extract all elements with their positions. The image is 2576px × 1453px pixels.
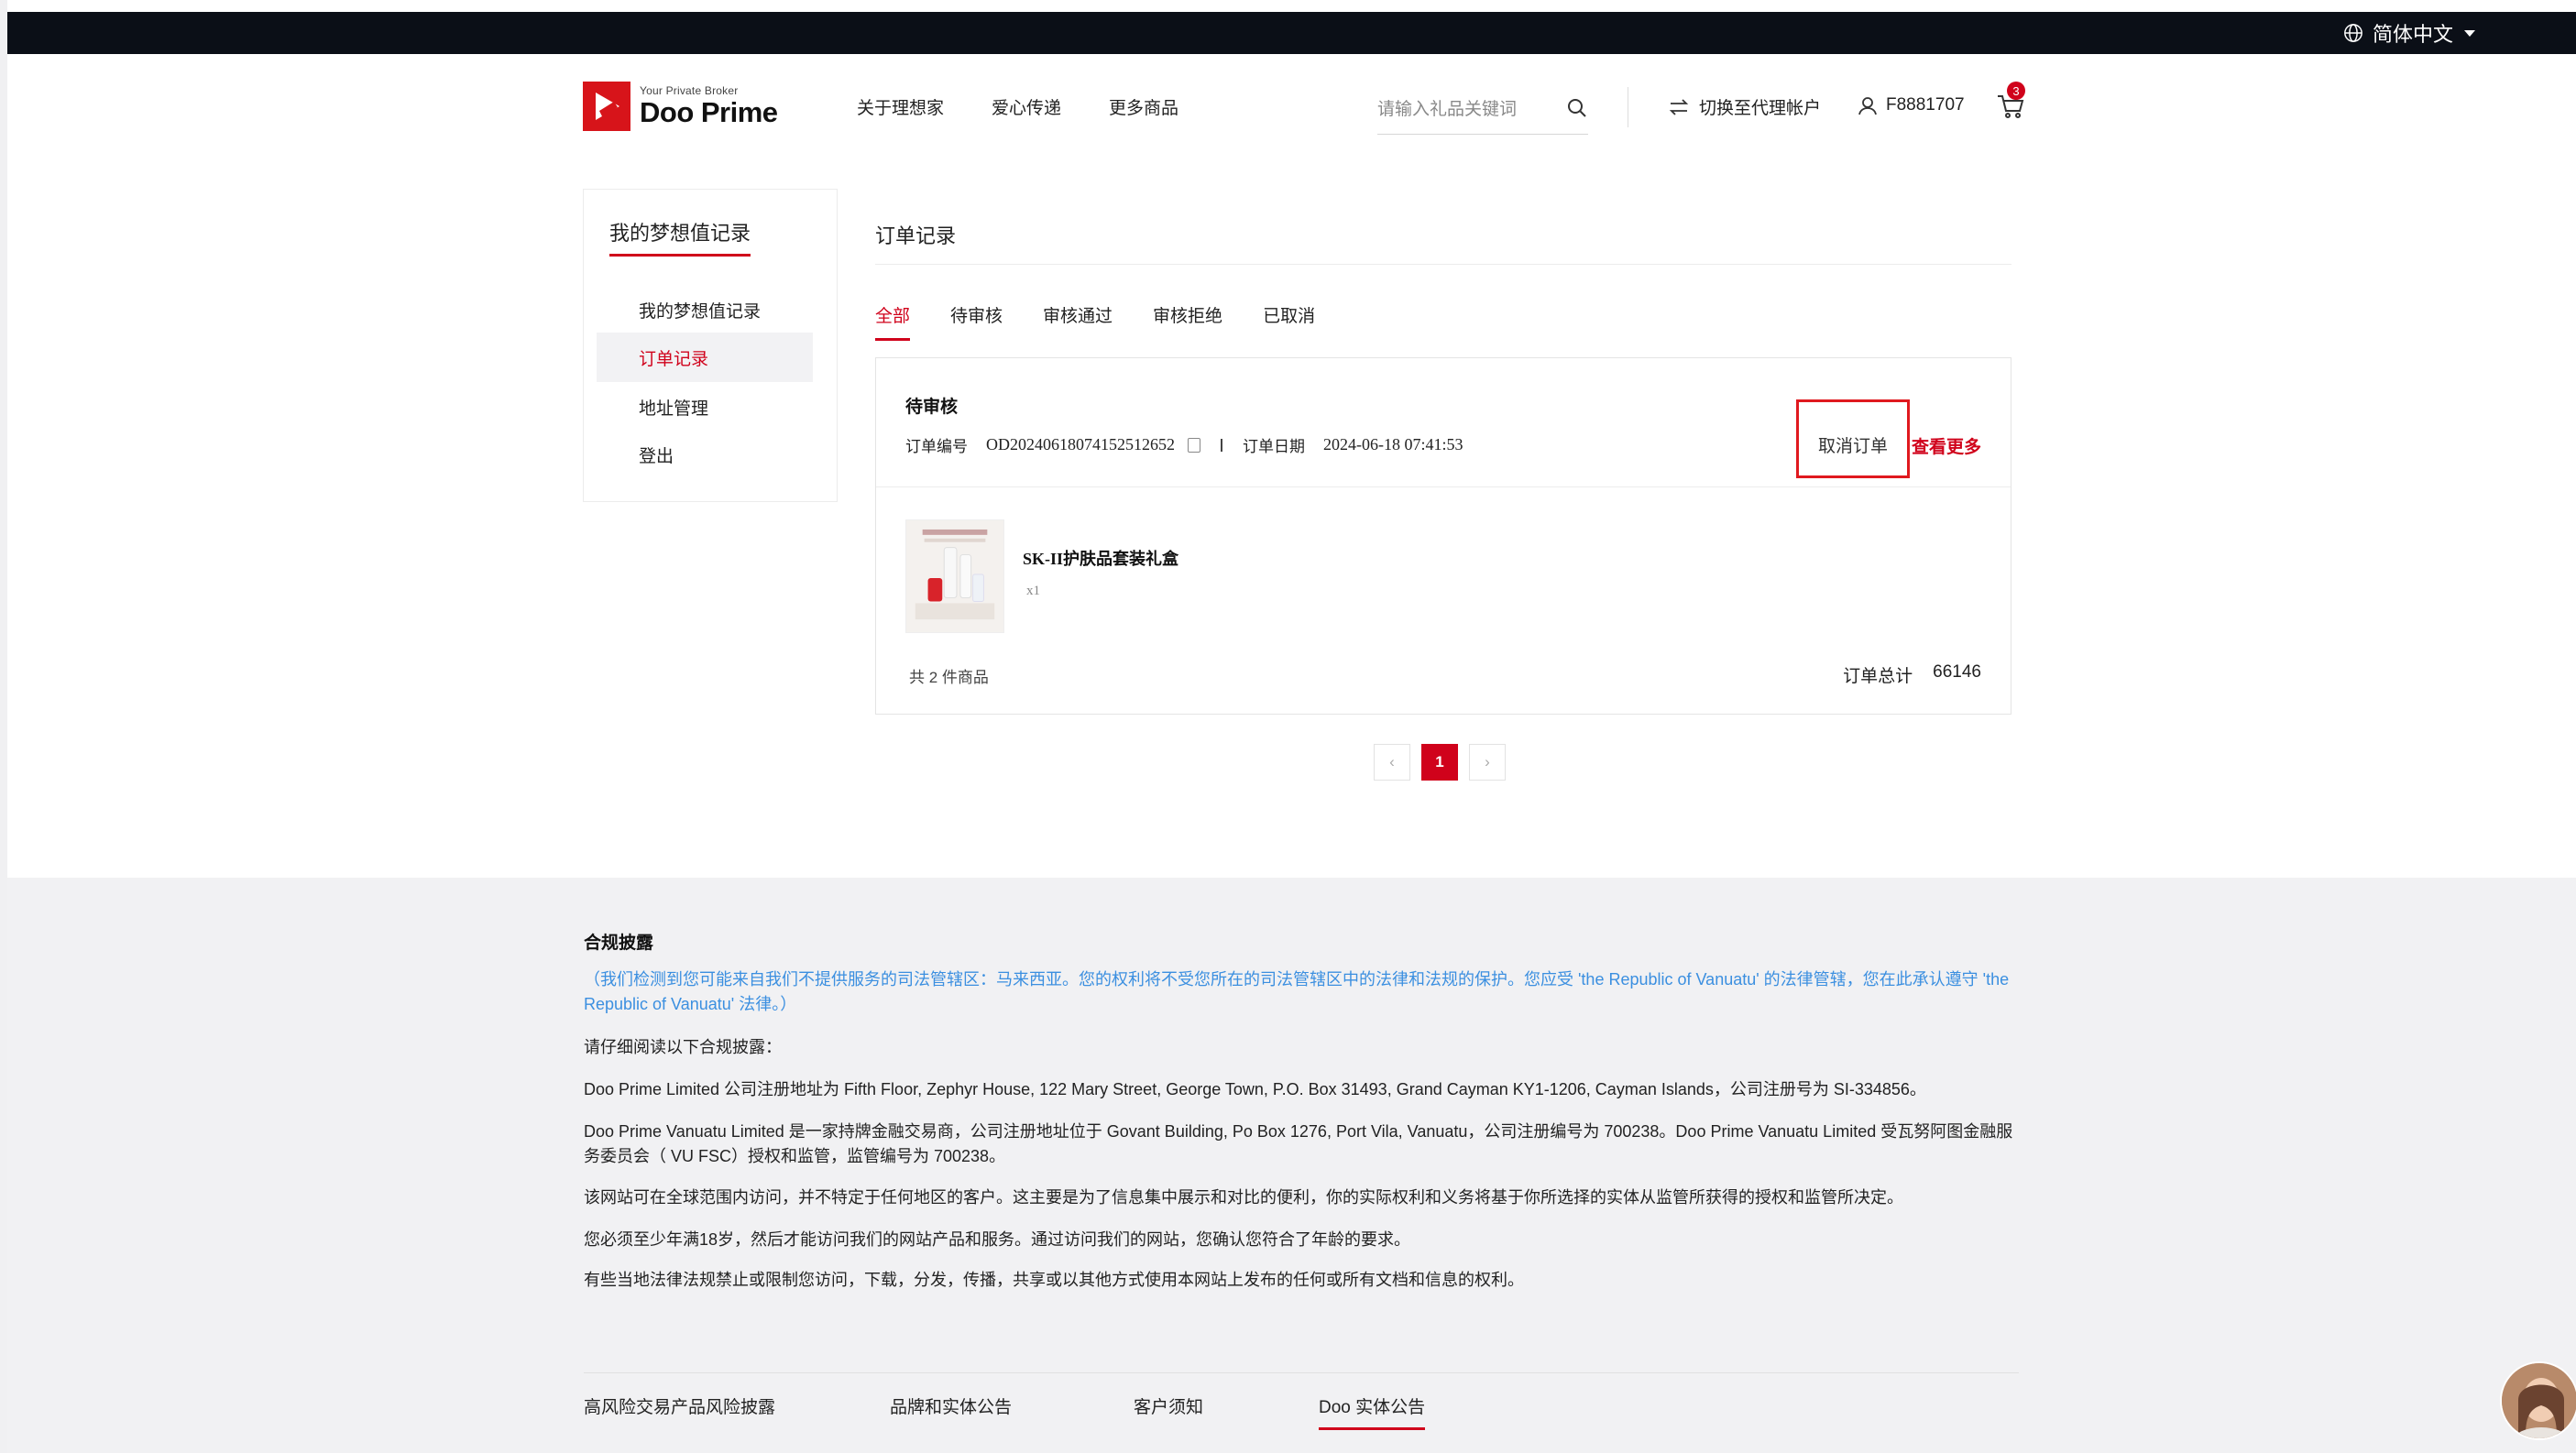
footer-tab-doo-entity-notice[interactable]: Doo 实体公告 xyxy=(1319,1373,1426,1430)
search-icon[interactable] xyxy=(1566,97,1588,119)
tab-rejected[interactable]: 审核拒绝 xyxy=(1153,302,1222,341)
globe-icon xyxy=(2344,24,2362,42)
order-card: 待审核 订单编号 OD20240618074152512652 订单日期 202… xyxy=(875,357,2011,715)
nav-more-products[interactable]: 更多商品 xyxy=(1109,94,1178,119)
account-sidebar: 我的梦想值记录 我的梦想值记录 订单记录 地址管理 登出 xyxy=(583,189,838,502)
prev-page-button[interactable]: ‹ xyxy=(1374,744,1410,781)
switch-account-label: 切换至代理帐户 xyxy=(1699,99,1822,118)
nav-charity[interactable]: 爱心传递 xyxy=(992,94,1061,119)
product-name[interactable]: SK-II护肤品套装礼盒 xyxy=(1023,546,1178,570)
compliance-paragraph: 有些当地法律法规禁止或限制您访问，下载，分发，传播，共享或以其他方式使用本网站上… xyxy=(584,1271,1524,1289)
copy-icon[interactable] xyxy=(1188,437,1200,453)
search-box[interactable]: 请输入礼品关键词 xyxy=(1377,82,1588,135)
sidebar-item-label: 登出 xyxy=(639,446,674,466)
language-label: 简体中文 xyxy=(2372,23,2453,46)
card-divider xyxy=(876,486,2011,487)
sidebar-item-label: 地址管理 xyxy=(639,399,709,419)
tab-all[interactable]: 全部 xyxy=(875,302,911,341)
page: 简体中文 Your Private Broker Doo Prime 关于理想家… xyxy=(0,0,2576,1453)
order-status-tabs: 全部 待审核 审核通过 审核拒绝 已取消 xyxy=(875,302,1315,341)
order-status: 待审核 xyxy=(905,398,959,417)
sidebar-item-label: 订单记录 xyxy=(639,349,709,369)
footer-tab-brand-notice[interactable]: 品牌和实体公告 xyxy=(890,1373,1012,1418)
user-icon xyxy=(1858,97,1877,115)
tab-pending-review[interactable]: 待审核 xyxy=(950,302,1003,341)
logo[interactable]: Your Private Broker Doo Prime xyxy=(583,82,778,131)
page-1-button[interactable]: 1 xyxy=(1421,744,1458,781)
tab-cancelled[interactable]: 已取消 xyxy=(1263,302,1315,341)
order-total-value: 66146 xyxy=(1933,662,1981,682)
compliance-paragraph: 请仔细阅读以下合规披露： xyxy=(584,1038,782,1056)
order-number-label: 订单编号 xyxy=(905,438,968,455)
logo-tagline: Your Private Broker xyxy=(640,84,739,97)
footer-tab-client-notice[interactable]: 客户须知 xyxy=(1134,1373,1203,1418)
compliance-paragraph: Doo Prime Vanuatu Limited 是一家持牌金融交易商，公司注… xyxy=(584,1122,2013,1165)
agent-avatar-icon xyxy=(2502,1363,2576,1438)
compliance-paragraph: 您必须至少年满18岁，然后才能访问我们的网站产品和服务。通过访问我们的网站，您确… xyxy=(584,1230,1411,1249)
footer-tabs: 高风险交易产品风险披露 品牌和实体公告 客户须知 Doo 实体公告 xyxy=(584,1372,2019,1430)
sidebar-item-label: 我的梦想值记录 xyxy=(639,301,762,322)
user-account[interactable]: F8881707 xyxy=(1857,94,1965,116)
view-more-link[interactable]: 查看更多 xyxy=(1912,433,1981,458)
product-thumbnail[interactable] xyxy=(905,519,1004,633)
order-number: OD20240618074152512652 xyxy=(986,435,1175,453)
support-chat-avatar[interactable] xyxy=(2500,1361,2576,1440)
sidebar-item-address-management[interactable]: 地址管理 xyxy=(584,382,813,432)
main-nav: 关于理想家 爱心传递 更多商品 xyxy=(857,94,1178,119)
pagination: ‹ 1 › xyxy=(1374,744,1506,781)
nav-about[interactable]: 关于理想家 xyxy=(857,94,944,119)
doo-prime-logo-icon xyxy=(583,82,630,131)
sidebar-item-dream-value-records[interactable]: 我的梦想值记录 xyxy=(584,285,813,334)
jurisdiction-notice: （我们检测到您可能来自我们不提供服务的司法管辖区：马来西亚。您的权利将不受您所在… xyxy=(584,970,2010,1013)
order-meta: 订单编号 OD20240618074152512652 订单日期 2024-06… xyxy=(905,433,1463,456)
cancel-order-button[interactable]: 取消订单 xyxy=(1796,399,1910,478)
logo-name: Doo Prime xyxy=(640,96,778,128)
language-selector[interactable]: 简体中文 xyxy=(2343,12,2475,54)
sidebar-title: 我的梦想值记录 xyxy=(609,217,751,257)
item-count: 共 2 件商品 xyxy=(909,669,989,686)
compliance-footer: 合规披露 （我们检测到您可能来自我们不提供服务的司法管辖区：马来西亚。您的权利将… xyxy=(7,878,2576,1453)
footer-tab-risk-disclosure[interactable]: 高风险交易产品风险披露 xyxy=(584,1373,775,1418)
meta-separator xyxy=(1221,438,1222,452)
order-date: 2024-06-18 07:41:53 xyxy=(1323,435,1463,453)
site-header: Your Private Broker Doo Prime 关于理想家 爱心传递… xyxy=(7,54,2576,158)
caret-down-icon xyxy=(2464,29,2475,37)
user-id: F8881707 xyxy=(1886,95,1965,115)
sidebar-item-logout[interactable]: 登出 xyxy=(584,430,813,479)
compliance-paragraph: 该网站可在全球范围内访问，并不特定于任何地区的客户。这主要是为了信息集中展示和对… xyxy=(584,1188,1903,1207)
order-total-label: 订单总计 xyxy=(1843,667,1913,686)
compliance-title: 合规披露 xyxy=(584,934,654,953)
search-input[interactable]: 请输入礼品关键词 xyxy=(1377,95,1517,120)
top-bar: 简体中文 xyxy=(7,12,2576,54)
cart-count-badge: 3 xyxy=(2007,82,2025,100)
next-page-button[interactable]: › xyxy=(1469,744,1506,781)
order-total: 订单总计 66146 xyxy=(1843,662,1981,687)
tab-approved[interactable]: 审核通过 xyxy=(1043,302,1113,341)
compliance-paragraph: Doo Prime Limited 公司注册地址为 Fifth Floor, Z… xyxy=(584,1080,1926,1098)
page-title: 订单记录 xyxy=(875,224,957,247)
product-quantity: x1 xyxy=(1026,584,1040,598)
sidebar-item-order-records[interactable]: 订单记录 xyxy=(597,333,813,382)
cancel-order-label: 取消订单 xyxy=(1817,436,1888,456)
window-edge xyxy=(0,0,7,1453)
order-date-label: 订单日期 xyxy=(1243,438,1305,455)
switch-account-button[interactable]: 切换至代理帐户 xyxy=(1668,94,1821,119)
swap-icon xyxy=(1669,98,1689,115)
title-divider xyxy=(875,264,2011,265)
